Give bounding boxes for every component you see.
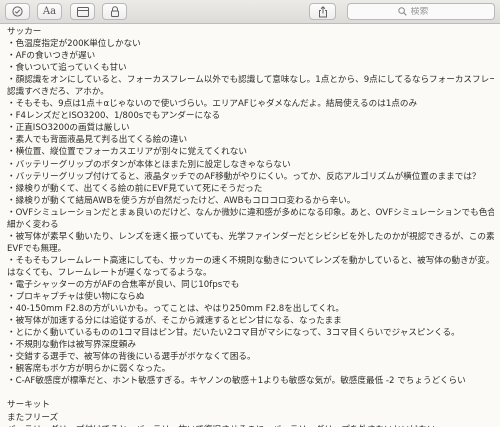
search-input[interactable] xyxy=(410,6,445,17)
note-line: ・不規則な動作は被写界深度頼み xyxy=(7,340,136,351)
note-line: ・素人でも背面液晶見て判る出てくる絵の違い xyxy=(7,135,188,146)
note-body[interactable]: サッカー・色温度指定が200K単位しかない ・AFの食いつきが遅い ・食いついて追っ… xyxy=(0,24,500,427)
note-line: ・AFの食いつきが遅い xyxy=(7,51,96,62)
table-icon xyxy=(76,6,89,17)
note-line: ・顔認識をオンにしていると、フォーカスフレーム以外でも認識して意味なし。1点とか… xyxy=(7,75,494,86)
table-button[interactable] xyxy=(70,3,95,20)
note-line: ・縁検りが動くて結局AWBを使う方が自然だったけど、AWBもコロコロ変わるから辛… xyxy=(7,195,356,206)
note-line: サーキット xyxy=(7,400,50,411)
note-line: ・40-150mm F2.8の方がいいかも。ってことは、やはり250mm F2.… xyxy=(7,304,344,315)
note-line: ・そもそも、9点は1点＋αじゃないので使いづらい。エリアAFじゃダメなんだよ。結… xyxy=(7,99,418,110)
note-line: ・F4レンズだとISO3200、1/800sでもアンダーになる xyxy=(7,111,221,122)
lock-icon xyxy=(110,6,119,17)
search-icon xyxy=(397,7,407,16)
note-line: EVFでも無理。 xyxy=(7,243,67,254)
note-line: ・電子シャッターの方がAFの合焦率が良い、同じ10fpsでも xyxy=(7,279,240,290)
share-button[interactable] xyxy=(309,3,336,20)
note-line: ・とにかく動いているものの1コマ目はピン甘。だいたい2コマ目がマシになって、3コ… xyxy=(7,328,460,339)
note-line: ・食いついて追っていくも甘い xyxy=(7,63,127,74)
note-line: ・正直ISO3200の画質は厳しい xyxy=(7,123,130,134)
format-button[interactable]: Aa xyxy=(37,3,62,20)
note-line: バッテリーグリップ付けてると、バッテリー抜いて復旧させるのに、バッテリーグリップ… xyxy=(7,424,494,427)
note-line: 細かく変わる xyxy=(7,219,59,230)
checkmark-circle-icon xyxy=(12,6,23,17)
note-line: ・横位置、縦位置でフォーカスエリアが別々に覚えてくれない xyxy=(7,147,247,158)
note-line: ・縁検りが動くて、出てくる絵の前にEVF見ていて死にそうだった xyxy=(7,183,263,194)
note-line: ・色温度指定が200K単位しかない xyxy=(7,39,141,50)
note-line: 認識すべきだろ、アホか。 xyxy=(7,87,109,98)
note-line: ・被写体が素早く動いたり、レンズを速く振っていても、光学ファインダーだとシビシビ… xyxy=(7,231,494,242)
checklist-button[interactable] xyxy=(5,3,30,20)
note-line: ・OVFシミュレーションだとまぁ良いのだけど、なんか微妙に違和感が多めになる印象… xyxy=(7,207,494,218)
search-field[interactable] xyxy=(347,3,495,20)
share-icon xyxy=(318,5,327,17)
note-line: ・被写体が加速する分には追従するが、そこから減速するとピン甘になる、なったまま xyxy=(7,316,342,327)
format-aa-icon: Aa xyxy=(42,6,57,17)
note-line: ・交錯する選手で、被写体の背後にいる選手がボケなくて困る。 xyxy=(7,352,256,363)
note-line: ・C-AF敏感度が標準だと、ホント敏感すぎる。キヤノンの敏感＋1よりも敏感な気が… xyxy=(7,376,466,387)
note-line: またフリーズ xyxy=(7,412,59,423)
note-line: ・観客席もボケ方が明らかに弱くなった。 xyxy=(7,364,171,375)
note-line: サッカー xyxy=(7,27,42,37)
lock-button[interactable] xyxy=(102,3,127,20)
note-line xyxy=(7,387,494,399)
note-line: ・バッテリーグリップ付けてると、液晶タッチでのAF移動がやりにくい。ってか、反応… xyxy=(7,171,481,182)
note-line: ・バッテリーグリップのボタンが本体とほまた別に設定しなきゃならない xyxy=(7,159,291,170)
note-line: ・プロキャプチャは使い物にならぬ xyxy=(7,292,145,303)
toolbar: Aa xyxy=(0,0,500,24)
note-line: ・そもそもフレームレート高速にしても、サッカーの速く不規則な動きについてレンズを… xyxy=(7,255,494,266)
note-line: はなくても、フレームレートが遅くなってるような。 xyxy=(7,267,212,278)
